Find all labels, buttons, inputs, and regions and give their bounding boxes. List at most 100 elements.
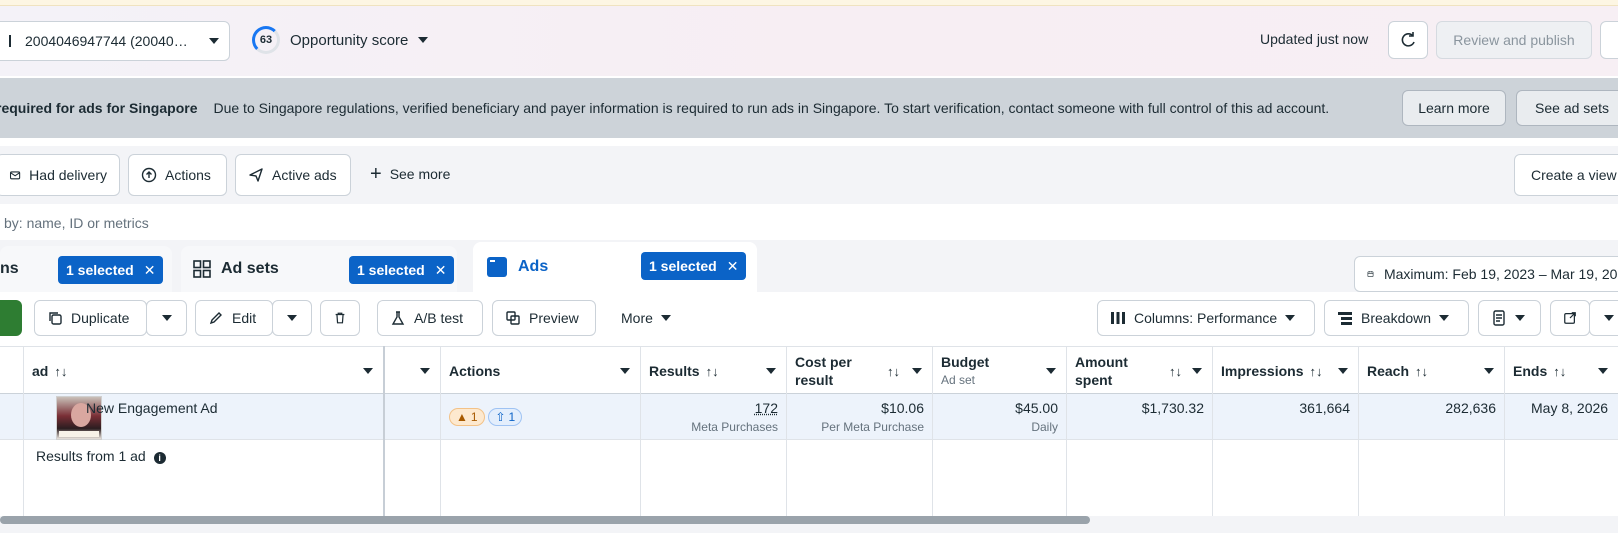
sort-icon[interactable]: ↑↓: [887, 364, 900, 379]
horizontal-scrollbar-thumb[interactable]: [0, 516, 1090, 524]
chevron-down-icon[interactable]: [620, 368, 630, 374]
see-ad-sets-button[interactable]: See ad sets: [1516, 90, 1618, 126]
columns-icon: [1110, 310, 1126, 326]
export-dropdown[interactable]: [1589, 300, 1618, 336]
refresh-icon: [1399, 31, 1417, 49]
create-button[interactable]: [0, 300, 22, 336]
column-header-reach[interactable]: Reach ↑↓: [1359, 347, 1505, 395]
chevron-down-icon[interactable]: [766, 368, 776, 374]
tab-campaigns[interactable]: ns 1 selected ✕: [0, 246, 172, 292]
chevron-down-icon[interactable]: [363, 368, 373, 374]
column-header-delivery[interactable]: [384, 347, 441, 395]
checkbox-column-header[interactable]: [0, 347, 24, 395]
sort-icon[interactable]: ↑↓: [1169, 364, 1182, 379]
create-view-button[interactable]: Create a view: [1514, 154, 1618, 196]
preview-button[interactable]: Preview: [492, 300, 596, 336]
selected-label: 1 selected: [66, 262, 134, 278]
review-and-publish-button[interactable]: Review and publish: [1436, 21, 1592, 59]
opportunity-score-label: Opportunity score: [290, 32, 408, 49]
ab-test-button[interactable]: A/B test: [377, 300, 483, 336]
delete-button[interactable]: [320, 300, 360, 336]
opportunity-score-ring: 63: [252, 26, 280, 54]
export-button[interactable]: [1550, 300, 1590, 336]
column-header-ad[interactable]: ad ↑↓: [24, 347, 384, 395]
results-value[interactable]: 172: [755, 400, 778, 416]
sort-icon[interactable]: ↑↓: [706, 364, 719, 379]
chevron-down-icon: [287, 315, 297, 321]
results-cell: 172 Meta Purchases: [641, 394, 787, 440]
column-header-ends[interactable]: Ends ↑↓: [1505, 347, 1618, 395]
ads-selected-chip[interactable]: 1 selected ✕: [641, 252, 746, 280]
edit-label: Edit: [232, 310, 256, 326]
recommendation-badge[interactable]: ⇧ 1: [488, 408, 522, 426]
filter-label: Had delivery: [29, 167, 107, 183]
chevron-down-icon[interactable]: [1046, 368, 1056, 374]
sort-icon[interactable]: ↑↓: [1309, 364, 1322, 379]
duplicate-button[interactable]: Duplicate: [34, 300, 147, 336]
chevron-down-icon[interactable]: [1338, 368, 1348, 374]
warning-badge[interactable]: ▲ 1: [449, 408, 485, 426]
selected-label: 1 selected: [357, 262, 425, 278]
preview-label: Preview: [529, 310, 579, 326]
column-header-cost-per-result[interactable]: Cost per result ↑↓: [787, 347, 933, 395]
ad-sets-selected-chip[interactable]: 1 selected ✕: [349, 256, 454, 284]
tab-ads[interactable]: Ads 1 selected ✕: [473, 242, 757, 292]
row-checkbox[interactable]: [0, 394, 24, 440]
info-icon[interactable]: i: [154, 452, 166, 464]
filter-active-ads[interactable]: Active ads: [235, 154, 351, 196]
ad-name[interactable]: New Engagement Ad: [86, 400, 218, 416]
learn-more-button[interactable]: Learn more: [1402, 90, 1506, 126]
table-header: ad ↑↓ Actions Results ↑↓ Cost per result ↑↓…: [0, 346, 1618, 394]
filter-actions[interactable]: Actions: [128, 154, 227, 196]
close-icon[interactable]: ✕: [727, 258, 739, 275]
sort-icon[interactable]: ↑↓: [1553, 364, 1566, 379]
opportunity-score[interactable]: 63 Opportunity score: [252, 26, 428, 54]
search-input[interactable]: by: name, ID or metrics: [0, 206, 1618, 240]
chevron-down-icon[interactable]: [420, 368, 430, 374]
sort-icon[interactable]: ↑↓: [54, 364, 67, 379]
ad-name-cell[interactable]: New Engagement Ad: [24, 394, 384, 440]
breakdown-button[interactable]: Breakdown: [1324, 300, 1469, 336]
filter-had-delivery[interactable]: Had delivery: [0, 154, 120, 196]
cost-sublabel: Per Meta Purchase: [795, 420, 924, 434]
column-header-results[interactable]: Results ↑↓: [641, 347, 787, 395]
edit-button[interactable]: Edit: [195, 300, 273, 336]
pencil-icon: [208, 310, 224, 326]
column-header-impressions[interactable]: Impressions ↑↓: [1213, 347, 1359, 395]
more-header-button[interactable]: [1600, 21, 1618, 59]
tab-ad-sets[interactable]: Ad sets 1 selected ✕: [181, 246, 457, 292]
summary-cell: [933, 440, 1067, 516]
account-selector[interactable]: 2004046947744 (20040…: [0, 21, 230, 61]
close-icon[interactable]: ✕: [144, 262, 156, 279]
chevron-down-icon[interactable]: [1192, 368, 1202, 374]
frozen-column-divider[interactable]: [383, 346, 385, 516]
page-header: 2004046947744 (20040… 63 Opportunity sco…: [0, 6, 1618, 76]
see-more-button[interactable]: + See more: [370, 166, 450, 182]
campaigns-selected-chip[interactable]: 1 selected ✕: [58, 256, 163, 284]
column-header-actions[interactable]: Actions: [441, 347, 641, 395]
selected-label: 1 selected: [649, 258, 717, 274]
banner-message: Due to Singapore regulations, verified b…: [213, 100, 1329, 116]
summary-cell: [384, 440, 441, 516]
chevron-down-icon: [418, 37, 428, 43]
duplicate-dropdown[interactable]: [146, 300, 187, 336]
filter-label: Active ads: [272, 167, 337, 183]
table-row[interactable]: New Engagement Ad ▲ 1 ⇧ 1 172 Meta Purchas…: [0, 394, 1618, 440]
summary-label: Results from 1 ad: [36, 448, 146, 464]
column-header-budget[interactable]: Budget Ad set: [933, 347, 1067, 395]
more-button[interactable]: More: [608, 300, 684, 336]
chevron-down-icon[interactable]: [912, 368, 922, 374]
date-range-picker[interactable]: Maximum: Feb 19, 2023 – Mar 19, 2026: [1354, 256, 1618, 292]
column-header-amount-spent[interactable]: Amount spent ↑↓: [1067, 347, 1213, 395]
chevron-down-icon: [1515, 315, 1525, 321]
actions-cell[interactable]: ▲ 1 ⇧ 1: [441, 394, 641, 440]
chevron-down-icon[interactable]: [1484, 368, 1494, 374]
close-icon[interactable]: ✕: [435, 262, 447, 279]
chevron-down-icon[interactable]: [1598, 368, 1608, 374]
edit-dropdown[interactable]: [272, 300, 312, 336]
refresh-button[interactable]: [1388, 21, 1428, 59]
sort-icon[interactable]: ↑↓: [1415, 364, 1428, 379]
reports-button[interactable]: [1478, 300, 1541, 336]
flask-icon: [390, 310, 406, 326]
columns-button[interactable]: Columns: Performance: [1097, 300, 1315, 336]
